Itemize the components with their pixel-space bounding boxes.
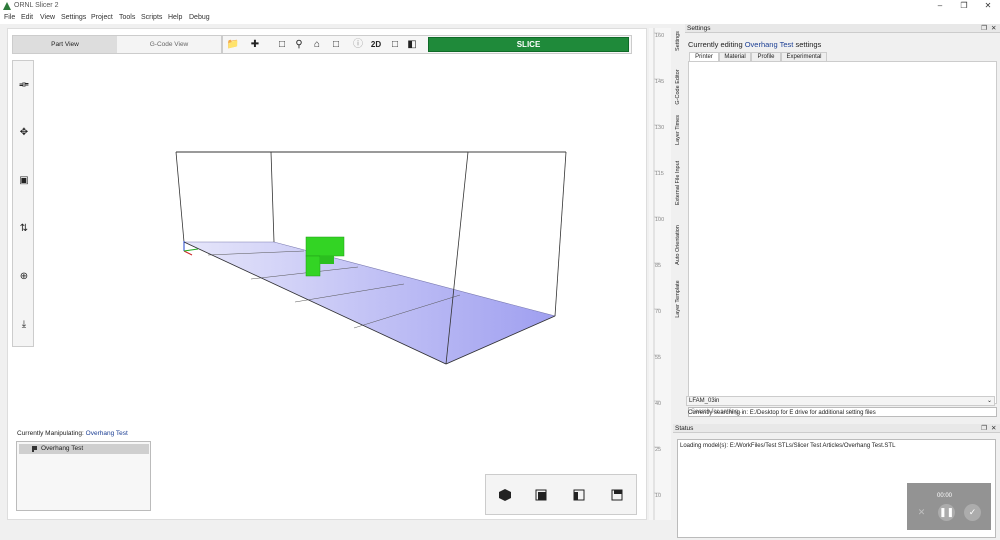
- menu-tools[interactable]: Tools: [119, 14, 135, 21]
- search-path-text: Currently searching in: E:/Desktop for E…: [688, 410, 876, 416]
- ruler-label: 160: [655, 33, 665, 39]
- settings-header: Settings ❐ ✕: [685, 24, 1000, 33]
- status-title: Status: [675, 425, 694, 432]
- ruler-label: 25: [655, 447, 662, 453]
- title-bar: ORNL Slicer 2 – ❐ ✕: [0, 0, 1000, 13]
- check-icon[interactable]: ✓: [964, 504, 981, 521]
- ruler-label: 100: [655, 217, 665, 223]
- tab-layer-times[interactable]: Layer Times: [675, 105, 681, 155]
- side-view-icon[interactable]: [571, 487, 587, 503]
- float-icon[interactable]: ❐: [981, 424, 987, 432]
- template-value: LFAM_03in: [689, 398, 720, 404]
- side-tabs: Settings G-Code Editor Layer Times Exter…: [673, 24, 684, 424]
- recording-time: 00:00: [937, 493, 953, 499]
- ruler-label: 85: [655, 263, 662, 269]
- align-icon[interactable]: ⇅: [18, 223, 30, 235]
- scale-icon[interactable]: ▣: [18, 175, 30, 187]
- open-folder-icon[interactable]: 📁: [226, 38, 240, 52]
- settings-panel: Settings ❐ ✕ Currently editing Overhang …: [685, 24, 1000, 422]
- tab-layer-template[interactable]: Layer Template: [675, 274, 681, 324]
- menu-bar: File Edit View Settings Project Tools Sc…: [0, 13, 1000, 24]
- manipulating-name: Overhang Test: [85, 430, 128, 437]
- status-header: Status ❐ ✕: [673, 424, 1000, 433]
- chevron-down-icon: ⌄: [987, 398, 993, 404]
- currently-manipulating: Currently Manipulating: Overhang Test: [17, 430, 128, 437]
- settings-content[interactable]: [688, 61, 997, 404]
- tab-gcode-view[interactable]: G-Code View: [117, 36, 221, 53]
- left-toolbar: ⟚ ✥ ▣ ⇅ ⊕ ⤓: [12, 60, 34, 347]
- home-icon[interactable]: ⌂: [310, 38, 324, 52]
- drop-to-bed-icon[interactable]: ⤓: [18, 319, 30, 331]
- layer-ruler[interactable]: 160 145 130 115 100 85 70 55 40 25 10: [649, 28, 671, 520]
- no-select-icon[interactable]: □: [275, 38, 289, 52]
- camera-view-toolbar: [485, 474, 637, 515]
- ruler-label: 10: [655, 493, 662, 499]
- square-select-icon[interactable]: □: [388, 38, 402, 52]
- ruler-label: 115: [655, 171, 664, 177]
- add-objects-icon[interactable]: ✚: [248, 38, 262, 52]
- ruler-label: 130: [655, 125, 665, 131]
- menu-scripts[interactable]: Scripts: [141, 14, 162, 21]
- tab-settings[interactable]: Settings: [675, 16, 681, 66]
- comment-icon[interactable]: □: [329, 38, 343, 52]
- isometric-view-icon[interactable]: [497, 487, 513, 503]
- ruler-label: 70: [655, 309, 662, 315]
- close-icon[interactable]: ✕: [991, 424, 996, 432]
- ruler-label: 40: [655, 401, 662, 407]
- restore-icon[interactable]: ❐: [954, 0, 974, 12]
- menu-help[interactable]: Help: [168, 14, 182, 21]
- ruler-label: 55: [655, 355, 662, 361]
- editing-label: Currently editing Overhang Test settings: [688, 40, 821, 49]
- tab-profile[interactable]: Profile: [751, 52, 781, 61]
- window-title: ORNL Slicer 2: [14, 2, 59, 9]
- front-view-icon[interactable]: [533, 487, 549, 503]
- center-target-icon[interactable]: ⊕: [18, 271, 30, 283]
- slice-button[interactable]: SLICE: [428, 37, 629, 52]
- menu-file[interactable]: File: [4, 14, 15, 21]
- close-icon[interactable]: ✕: [991, 24, 996, 32]
- menu-view[interactable]: View: [40, 14, 55, 21]
- menu-settings[interactable]: Settings: [61, 14, 86, 21]
- float-icon[interactable]: ❐: [981, 24, 987, 32]
- manipulating-label: Currently Manipulating:: [17, 430, 84, 437]
- recording-widget: 00:00 ✕ ❚❚ ✓: [907, 483, 991, 530]
- status-message: Loading model(s): E:/WorkFiles/Test STLs…: [680, 443, 896, 449]
- discard-icon[interactable]: ✕: [913, 504, 930, 521]
- part-icon: [32, 446, 37, 452]
- tab-experimental[interactable]: Experimental: [781, 52, 827, 61]
- object-name: Overhang Test: [41, 445, 84, 452]
- tab-material[interactable]: Material: [719, 52, 751, 61]
- pause-icon[interactable]: ❚❚: [938, 504, 955, 521]
- settings-title: Settings: [687, 25, 711, 32]
- editing-prefix: Currently editing: [688, 40, 743, 49]
- export-icon[interactable]: ◧: [405, 38, 419, 52]
- location-pin-icon[interactable]: ⚲: [292, 38, 306, 52]
- list-item[interactable]: Overhang Test: [19, 444, 149, 454]
- tab-printer[interactable]: Printer: [689, 52, 719, 61]
- info-icon[interactable]: ⓘ: [351, 38, 365, 52]
- tab-auto-orientation[interactable]: Auto Orientation: [675, 220, 681, 270]
- ruler-label: 145: [655, 79, 665, 85]
- app-logo-icon: [3, 2, 11, 10]
- move-icon[interactable]: ✥: [18, 127, 30, 139]
- menu-debug[interactable]: Debug: [189, 14, 210, 21]
- template-select[interactable]: LFAM_03in ⌄: [686, 396, 995, 406]
- menu-edit[interactable]: Edit: [21, 14, 33, 21]
- editing-suffix: settings: [795, 40, 822, 49]
- object-list[interactable]: Overhang Test: [16, 441, 151, 511]
- tab-external-file-input[interactable]: External File Input: [675, 158, 681, 208]
- editing-name: Overhang Test: [744, 40, 794, 49]
- tab-part-view[interactable]: Part View: [13, 36, 117, 53]
- build-plate: [183, 241, 556, 365]
- top-view-icon[interactable]: [609, 487, 625, 503]
- minimize-icon[interactable]: –: [930, 0, 950, 12]
- 2d-toggle-button[interactable]: 2D: [367, 38, 385, 52]
- view-tabs: Part View G-Code View: [12, 35, 222, 54]
- menu-project[interactable]: Project: [91, 14, 113, 21]
- close-window-icon[interactable]: ✕: [978, 0, 998, 12]
- translate-icon[interactable]: ⟚: [18, 79, 30, 91]
